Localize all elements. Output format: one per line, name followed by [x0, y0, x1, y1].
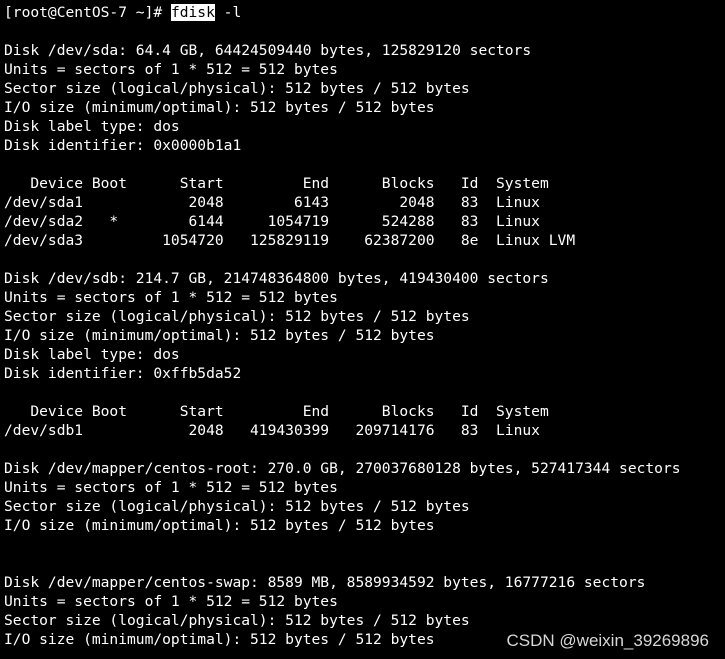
output-line: Units = sectors of 1 * 512 = 512 bytes [4, 479, 338, 496]
command-line: [root@CentOS-7 ~]# fdisk -l [4, 3, 725, 22]
output-line: Device Boot Start End Blocks Id System [4, 175, 549, 192]
output-line: Sector size (logical/physical): 512 byte… [4, 612, 470, 629]
output-line: Disk label type: dos [4, 346, 180, 363]
output-line: Disk /dev/sda: 64.4 GB, 64424509440 byte… [4, 42, 532, 59]
output-line: Sector size (logical/physical): 512 byte… [4, 308, 470, 325]
selected-command-text[interactable]: fdisk [170, 4, 215, 21]
output-line: Disk /dev/sdb: 214.7 GB, 214748364800 by… [4, 270, 549, 287]
output-line: I/O size (minimum/optimal): 512 bytes / … [4, 327, 435, 344]
output-line: Disk identifier: 0xffb5da52 [4, 365, 242, 382]
output-line: Units = sectors of 1 * 512 = 512 bytes [4, 593, 338, 610]
shell-prompt: [root@CentOS-7 ~]# [4, 4, 171, 21]
output-line: Disk /dev/mapper/centos-root: 270.0 GB, … [4, 460, 681, 477]
output-line: /dev/sda3 1054720 125829119 62387200 8e … [4, 232, 576, 249]
terminal-window[interactable]: [root@CentOS-7 ~]# fdisk -l Disk /dev/sd… [4, 3, 725, 659]
command-args: -l [214, 4, 242, 21]
command-output: Disk /dev/sda: 64.4 GB, 64424509440 byte… [4, 22, 725, 649]
output-line: Disk /dev/mapper/centos-swap: 8589 MB, 8… [4, 574, 646, 591]
output-line: I/O size (minimum/optimal): 512 bytes / … [4, 99, 435, 116]
output-line: /dev/sdb1 2048 419430399 209714176 83 Li… [4, 422, 540, 439]
output-line: /dev/sda2 * 6144 1054719 524288 83 Linux [4, 213, 540, 230]
output-line: Units = sectors of 1 * 512 = 512 bytes [4, 289, 338, 306]
output-line: Disk label type: dos [4, 118, 180, 135]
output-line: Disk identifier: 0x0000b1a1 [4, 137, 242, 154]
output-line: Sector size (logical/physical): 512 byte… [4, 80, 470, 97]
output-line: /dev/sda1 2048 6143 2048 83 Linux [4, 194, 540, 211]
output-line: Sector size (logical/physical): 512 byte… [4, 498, 470, 515]
watermark: CSDN @weixin_39269896 [506, 631, 709, 650]
output-line: I/O size (minimum/optimal): 512 bytes / … [4, 517, 435, 534]
output-line: Device Boot Start End Blocks Id System [4, 403, 549, 420]
output-line: Units = sectors of 1 * 512 = 512 bytes [4, 61, 338, 78]
